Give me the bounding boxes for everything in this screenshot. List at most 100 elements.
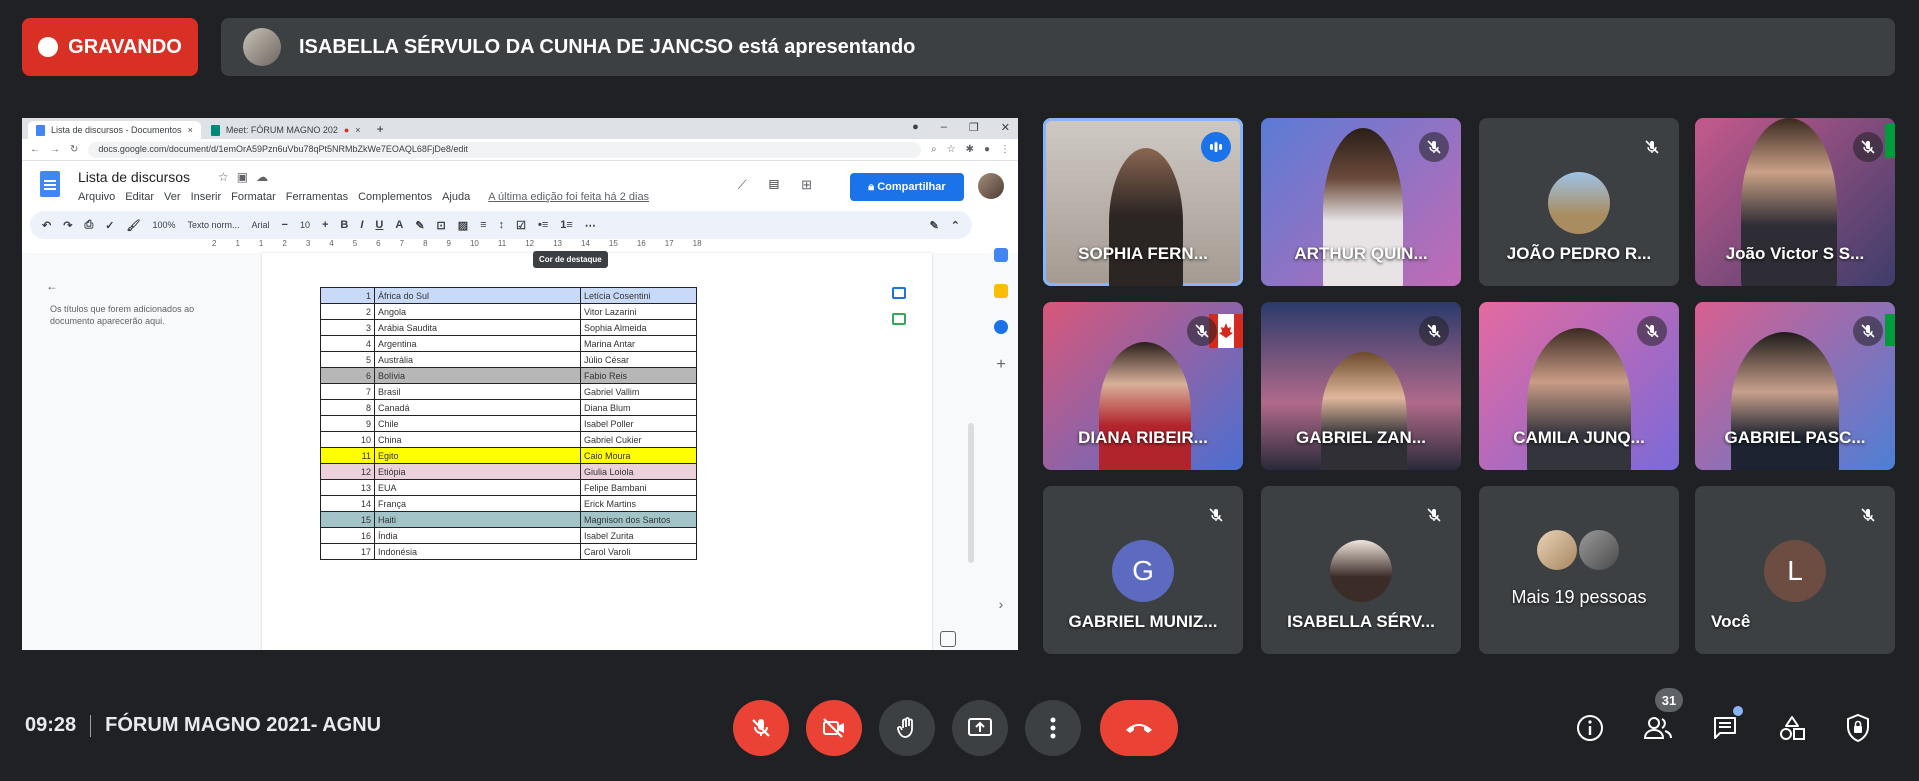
more-participants-tile[interactable]: Mais 19 pessoas — [1479, 486, 1679, 654]
table-row[interactable]: 4 Argentina Marina Antar — [320, 335, 697, 352]
tab-docs[interactable]: Lista de discursos - Documentos × — [28, 121, 201, 139]
table-row[interactable]: 8 Canadá Diana Blum — [320, 399, 697, 416]
highlight-color-icon[interactable]: ✎ — [415, 219, 424, 232]
bulleted-list-icon[interactable]: •≡ — [538, 219, 548, 231]
self-tile[interactable]: L Você — [1695, 486, 1895, 654]
participant-tile[interactable]: GABRIEL ZAN... — [1261, 302, 1461, 470]
expand-panel-icon[interactable]: › — [999, 596, 1004, 612]
mic-toggle-button[interactable] — [733, 700, 789, 756]
participant-tile[interactable]: ISABELLA SÉRV... — [1261, 486, 1461, 654]
menu-editar[interactable]: Editar — [125, 191, 154, 203]
table-row[interactable]: 1 África do Sul Letícia Cosentini — [320, 287, 697, 304]
cloud-icon[interactable]: ☁ — [256, 170, 276, 184]
menu-inserir[interactable]: Inserir — [191, 191, 222, 203]
reload-icon[interactable]: ↻ — [70, 144, 78, 155]
table-row[interactable]: 6 Bolívia Fabio Reis — [320, 367, 697, 384]
docs-logo-icon[interactable] — [40, 171, 60, 197]
doc-scrollbar[interactable] — [968, 423, 974, 563]
table-row[interactable]: 14 França Erick Martins — [320, 495, 697, 512]
font-size-decrease-icon[interactable]: − — [282, 219, 288, 231]
redo-icon[interactable]: ↷ — [63, 219, 72, 232]
participants-button[interactable] — [1640, 710, 1676, 746]
present-screen-button[interactable] — [952, 700, 1008, 756]
more-options-button[interactable] — [1025, 700, 1081, 756]
profile-icon[interactable]: ● — [984, 144, 990, 155]
numbered-list-icon[interactable]: 1≡ — [560, 219, 573, 231]
camera-toggle-button[interactable] — [806, 700, 862, 756]
bold-icon[interactable]: B — [340, 219, 348, 231]
table-row[interactable]: 11 Egito Caio Moura — [320, 447, 697, 464]
comments-icon[interactable]: ▤ — [769, 177, 801, 192]
tab-meet[interactable]: Meet: FÓRUM MAGNO 202 ● × — [203, 121, 369, 139]
zoom-icon[interactable]: ⌕ — [931, 144, 937, 155]
outline-back-icon[interactable]: ← — [46, 279, 58, 293]
move-folder-icon[interactable]: ▣ — [237, 170, 256, 184]
participant-tile[interactable]: João Victor S S... — [1695, 118, 1895, 286]
activities-button[interactable] — [1774, 710, 1810, 746]
collapse-icon[interactable]: ⌃ — [951, 219, 960, 232]
tab-close-icon[interactable]: × — [188, 125, 193, 135]
doc-title[interactable]: Lista de discursos — [78, 169, 190, 185]
host-controls-button[interactable] — [1840, 710, 1876, 746]
table-row[interactable]: 15 Haiti Magnison dos Santos — [320, 511, 697, 528]
raise-hand-button[interactable] — [879, 700, 935, 756]
table-row[interactable]: 9 Chile Isabel Poller — [320, 415, 697, 432]
participant-tile[interactable]: GABRIEL PASC... — [1695, 302, 1895, 470]
italic-icon[interactable]: I — [360, 219, 363, 231]
underline-icon[interactable]: U — [375, 219, 383, 231]
menu-complementos[interactable]: Complementos — [358, 191, 432, 203]
undo-icon[interactable]: ↶ — [42, 219, 51, 232]
font-size-field[interactable]: 10 — [300, 220, 310, 230]
last-edit-link[interactable]: A última edição foi feita há 2 dias — [488, 191, 649, 203]
share-button[interactable]: 🔒︎ Compartilhar — [850, 173, 964, 201]
table-row[interactable]: 10 China Gabriel Cukier — [320, 431, 697, 448]
star-icon[interactable]: ☆ — [218, 170, 237, 184]
text-color-icon[interactable]: A — [395, 219, 403, 231]
suggest-edit-icon[interactable] — [892, 313, 906, 325]
insert-link-icon[interactable]: ⊡ — [437, 219, 446, 232]
new-tab-button[interactable]: + — [371, 122, 384, 139]
add-ons-plus-icon[interactable]: + — [996, 356, 1005, 374]
back-icon[interactable]: ← — [30, 144, 40, 155]
more-icon[interactable]: ⋯ — [585, 219, 596, 232]
spellcheck-icon[interactable]: ✓ — [105, 219, 114, 232]
close-icon[interactable]: ✕ — [1001, 121, 1010, 134]
insert-image-icon[interactable]: ▨ — [458, 219, 468, 232]
participant-tile[interactable]: ARTHUR QUIN... — [1261, 118, 1461, 286]
table-row[interactable]: 17 Indonésia Carol Varoli — [320, 543, 697, 560]
url-field[interactable]: docs.google.com/document/d/1emOrA59Pzn6u… — [88, 141, 921, 158]
checklist-icon[interactable]: ☑ — [516, 219, 526, 232]
paint-format-icon[interactable]: 🖌︎ — [126, 219, 140, 232]
minimize-icon[interactable]: – — [941, 121, 947, 134]
participant-tile[interactable]: DIANA RIBEIR... — [1043, 302, 1243, 470]
extensions-icon[interactable]: ✱ — [966, 144, 974, 155]
bookmark-star-icon[interactable]: ☆ — [947, 144, 956, 155]
participant-tile[interactable]: JOÃO PEDRO R... — [1479, 118, 1679, 286]
docs-user-avatar[interactable] — [978, 173, 1004, 199]
leave-call-button[interactable] — [1100, 700, 1178, 756]
presenting-banner[interactable]: ISABELLA SÉRVULO DA CUNHA DE JANCSO está… — [221, 18, 1895, 76]
menu-arquivo[interactable]: Arquivo — [78, 191, 115, 203]
table-row[interactable]: 5 Austrália Júlio César — [320, 351, 697, 368]
table-row[interactable]: 12 Etiópia Giulia Loiola — [320, 463, 697, 480]
meet-present-icon[interactable]: ⊞ — [801, 177, 834, 192]
align-icon[interactable]: ≡ — [480, 219, 486, 231]
kebab-menu-icon[interactable]: ⋮ — [1000, 144, 1010, 155]
editing-mode-icon[interactable]: ✎ — [930, 219, 939, 232]
doc-page[interactable]: 1 África do Sul Letícia Cosentini 2 Angola Vi… — [262, 253, 932, 650]
menu-formatar[interactable]: Formatar — [231, 191, 276, 203]
zoom-select[interactable]: 100% — [152, 220, 175, 230]
meeting-details-button[interactable] — [1572, 710, 1608, 746]
menu-ferramentas[interactable]: Ferramentas — [286, 191, 348, 203]
participant-tile[interactable]: CAMILA JUNQ... — [1479, 302, 1679, 470]
menu-ajuda[interactable]: Ajuda — [442, 191, 470, 203]
line-spacing-icon[interactable]: ↕ — [499, 219, 505, 231]
explore-icon[interactable] — [940, 631, 956, 647]
activity-icon[interactable]: ⟋ — [738, 177, 769, 192]
forward-icon[interactable]: → — [50, 144, 60, 155]
table-row[interactable]: 16 Índia Isabel Zurita — [320, 527, 697, 544]
font-select[interactable]: Arial — [252, 220, 270, 230]
print-icon[interactable]: ⎙ — [84, 219, 93, 232]
meeting-title[interactable]: FÓRUM MAGNO 2021- AGNU — [105, 714, 381, 737]
font-size-increase-icon[interactable]: + — [322, 219, 328, 231]
